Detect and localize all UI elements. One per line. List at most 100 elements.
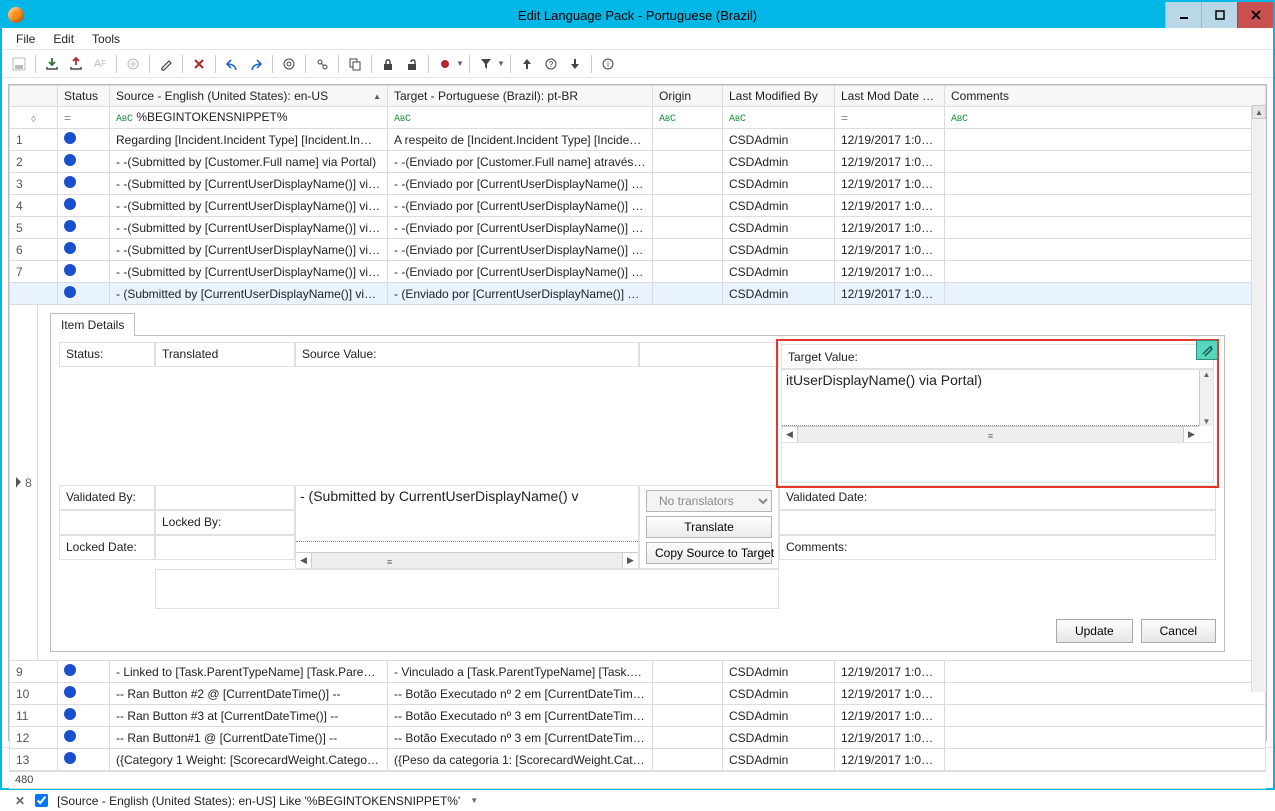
- filter-dropdown[interactable]: ▼: [497, 59, 503, 68]
- status-dot-icon: [64, 220, 76, 232]
- separator: [215, 55, 216, 73]
- target-vscroll[interactable]: ▲▼: [1199, 370, 1213, 426]
- clear-filter-icon[interactable]: ✕: [15, 794, 25, 808]
- table-row[interactable]: 11-- Ran Button #3 at [CurrentDateTime()…: [10, 705, 1266, 727]
- info-icon[interactable]: i: [597, 53, 619, 75]
- col-modby[interactable]: Last Modified By: [723, 86, 835, 107]
- translate-controls: No translators Translate Copy Source to …: [639, 485, 779, 569]
- filter-source[interactable]: ABC %BEGINTOKENSNIPPET%: [110, 107, 388, 129]
- hscroll-right-icon[interactable]: ▶: [622, 553, 638, 568]
- hscroll-left-icon[interactable]: ◀: [782, 427, 798, 442]
- titlebar: Edit Language Pack - Portuguese (Brazil): [2, 2, 1273, 28]
- translator-select[interactable]: No translators: [646, 490, 772, 512]
- menu-file[interactable]: File: [8, 30, 43, 48]
- table-row[interactable]: 12-- Ran Button#1 @ [CurrentDateTime()] …: [10, 727, 1266, 749]
- app-window: Edit Language Pack - Portuguese (Brazil)…: [0, 0, 1275, 790]
- filter-handle[interactable]: ◊: [10, 107, 58, 129]
- filter-moddt[interactable]: =: [835, 107, 945, 129]
- delete-icon[interactable]: [188, 53, 210, 75]
- table-row[interactable]: 9- Linked to [Task.ParentTypeName] [Task…: [10, 661, 1266, 683]
- row-count: 480: [9, 771, 1266, 788]
- wand-button[interactable]: [1196, 340, 1218, 360]
- filter-comments[interactable]: ABC: [945, 107, 1266, 129]
- table-row[interactable]: 5- -(Submitted by [CurrentUserDisplayNam…: [10, 217, 1266, 239]
- status-dot-icon: [64, 198, 76, 210]
- add-icon[interactable]: [122, 53, 144, 75]
- window-title: Edit Language Pack - Portuguese (Brazil): [2, 8, 1273, 23]
- copy-icon[interactable]: [344, 53, 366, 75]
- edit-icon[interactable]: [155, 53, 177, 75]
- record-icon[interactable]: [434, 53, 456, 75]
- import-icon[interactable]: [41, 53, 63, 75]
- separator: [510, 55, 511, 73]
- table-row[interactable]: 3- -(Submitted by [CurrentUserDisplayNam…: [10, 173, 1266, 195]
- label-spacer: [639, 342, 779, 367]
- scroll-up-icon[interactable]: ▲: [1252, 105, 1266, 119]
- find-icon[interactable]: [311, 53, 333, 75]
- table-row-selected[interactable]: - (Submitted by [CurrentUserDisplayName(…: [10, 283, 1266, 305]
- editor-row: 8 Item Details Status: Translate: [10, 305, 1266, 661]
- col-rownum[interactable]: [10, 86, 58, 107]
- col-status[interactable]: Status: [58, 86, 110, 107]
- value-validated-by: [155, 485, 295, 510]
- filter-status[interactable]: =: [58, 107, 110, 129]
- separator: [371, 55, 372, 73]
- tab-item-details[interactable]: Item Details: [50, 313, 135, 336]
- item-details-panel: Status: Translated Source Value: Target …: [50, 335, 1225, 652]
- redo-icon[interactable]: [245, 53, 267, 75]
- col-source[interactable]: Source - English (United States): en-US▲: [110, 86, 388, 107]
- table-row[interactable]: 2- -(Submitted by [Customer.Full name] v…: [10, 151, 1266, 173]
- status-dot-icon: [64, 708, 76, 720]
- record-dropdown[interactable]: ▼: [456, 59, 462, 68]
- target-icon[interactable]: [278, 53, 300, 75]
- undo-icon[interactable]: [221, 53, 243, 75]
- table-row[interactable]: 10-- Ran Button #2 @ [CurrentDateTime()]…: [10, 683, 1266, 705]
- hscroll-right-icon[interactable]: ▶: [1183, 427, 1199, 442]
- label-locked-by: Locked By:: [155, 510, 295, 535]
- menu-edit[interactable]: Edit: [45, 30, 82, 48]
- help-icon[interactable]: ?: [540, 53, 562, 75]
- table-row[interactable]: 1Regarding [Incident.Incident Type] [Inc…: [10, 129, 1266, 151]
- menu-tools[interactable]: Tools: [84, 30, 128, 48]
- separator: [182, 55, 183, 73]
- filter-icon[interactable]: [475, 53, 497, 75]
- save-icon[interactable]: [8, 53, 30, 75]
- hscroll-left-icon[interactable]: ◀: [296, 553, 312, 568]
- down-icon[interactable]: [564, 53, 586, 75]
- copy-source-button[interactable]: Copy Source to Target: [646, 542, 772, 564]
- separator: [272, 55, 273, 73]
- label-comments: Comments:: [779, 535, 1216, 560]
- col-comments[interactable]: Comments: [945, 86, 1266, 107]
- col-moddt[interactable]: Last Mod Date Time: [835, 86, 945, 107]
- translate-button[interactable]: Translate: [646, 516, 772, 538]
- comments-input[interactable]: [155, 569, 779, 609]
- unlock-icon[interactable]: [401, 53, 423, 75]
- cancel-button[interactable]: Cancel: [1141, 619, 1216, 643]
- label-target-value: Target Value:: [788, 350, 858, 364]
- update-button[interactable]: Update: [1056, 619, 1133, 643]
- table-row[interactable]: 4- -(Submitted by [CurrentUserDisplayNam…: [10, 195, 1266, 217]
- filter-enabled-checkbox[interactable]: [35, 794, 48, 807]
- export-icon[interactable]: [65, 53, 87, 75]
- up-icon[interactable]: [516, 53, 538, 75]
- font-icon[interactable]: AF: [89, 53, 111, 75]
- col-origin[interactable]: Origin: [653, 86, 723, 107]
- grid-vscroll[interactable]: ▲: [1251, 105, 1266, 692]
- filter-history-dropdown[interactable]: ▼: [470, 796, 478, 805]
- lock-icon[interactable]: [377, 53, 399, 75]
- table-row[interactable]: 6- -(Submitted by [CurrentUserDisplayNam…: [10, 239, 1266, 261]
- filter-origin[interactable]: ABC: [653, 107, 723, 129]
- separator: [116, 55, 117, 73]
- label-validated-by: Validated By:: [59, 485, 155, 510]
- translation-grid[interactable]: Status Source - English (United States):…: [9, 85, 1266, 771]
- update-cancel: Update Cancel: [59, 619, 1216, 643]
- filter-target[interactable]: ABC: [388, 107, 653, 129]
- filter-expression[interactable]: [Source - English (United States): en-US…: [57, 794, 460, 808]
- table-row[interactable]: 7- -(Submitted by [CurrentUserDisplayNam…: [10, 261, 1266, 283]
- filter-modby[interactable]: ABC: [723, 107, 835, 129]
- target-text[interactable]: itUserDisplayName() via Portal): [782, 370, 1199, 426]
- status-dot-icon: [64, 264, 76, 276]
- col-target[interactable]: Target - Portuguese (Brazil): pt-BR: [388, 86, 653, 107]
- source-box: - (Submitted by CurrentUserDisplayName()…: [295, 485, 639, 569]
- table-row[interactable]: 13({Category 1 Weight: [ScorecardWeight.…: [10, 749, 1266, 771]
